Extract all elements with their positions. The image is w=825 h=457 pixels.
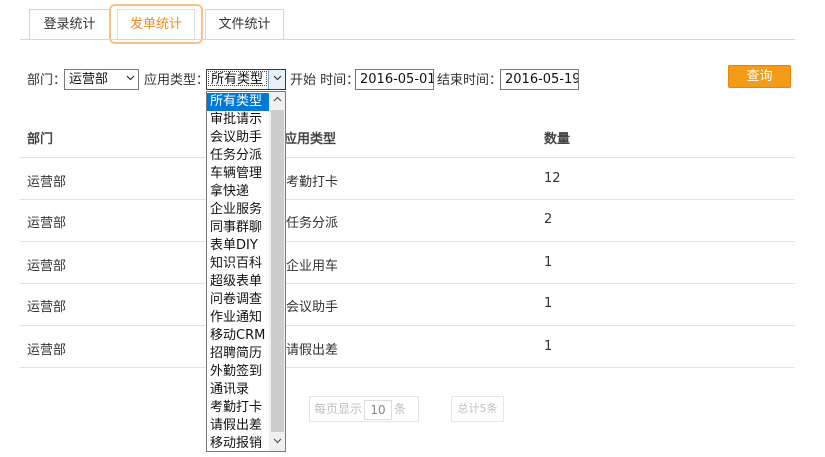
chevron-down-icon [122, 70, 138, 89]
dropdown-option[interactable]: 通讯录 [207, 381, 269, 399]
app-type-focus-outline [208, 71, 267, 86]
dropdown-option[interactable]: 企业服务 [207, 201, 269, 219]
department-value: 运营部 [69, 72, 109, 87]
dropdown-option[interactable]: 问卷调查 [207, 291, 269, 309]
start-time-label: 开始 时间： [290, 73, 360, 88]
column-header-app-type: 应用类型 [284, 132, 337, 147]
dropdown-option[interactable]: 所有类型 [207, 93, 269, 111]
cell-count: 1 [544, 296, 553, 311]
department-select[interactable]: 运营部 [64, 69, 139, 90]
dropdown-option[interactable]: 同事群聊 [207, 219, 269, 237]
tab-order-stats[interactable]: 发单统计 [117, 9, 195, 40]
dropdown-option[interactable]: 移动CRM [207, 327, 269, 345]
row-divider [20, 325, 795, 326]
cell-department: 运营部 [27, 175, 67, 190]
cell-department: 运营部 [27, 343, 67, 358]
page-size-control: 每页显示 10 条 [309, 396, 419, 422]
tab-login-stats[interactable]: 登录统计 [29, 9, 110, 40]
chevron-up-icon[interactable] [269, 92, 285, 109]
tab-file-stats[interactable]: 文件统计 [205, 9, 284, 40]
dropdown-option[interactable]: 知识百科 [207, 255, 269, 273]
dropdown-option[interactable]: 审批请示 [207, 111, 269, 129]
tabs-divider [20, 39, 795, 40]
query-button[interactable]: 查询 [728, 65, 791, 88]
cell-app-type: 请假出差 [286, 343, 339, 358]
row-divider [20, 199, 795, 200]
dropdown-option[interactable]: 外勤签到 [207, 363, 269, 381]
column-header-count: 数量 [544, 132, 571, 147]
dropdown-option[interactable]: 超级表单 [207, 273, 269, 291]
row-divider [20, 241, 795, 242]
end-time-label: 结束时间： [437, 73, 503, 88]
cell-count: 12 [544, 171, 561, 186]
end-date-input[interactable]: 2016-05-19 [500, 69, 579, 90]
dropdown-option[interactable]: 考勤打卡 [207, 399, 269, 417]
header-divider [20, 157, 795, 158]
dropdown-option[interactable]: 任务分派 [207, 147, 269, 165]
dropdown-option[interactable]: 移动报销 [207, 435, 269, 451]
app-type-select[interactable]: 所有类型 [206, 69, 286, 90]
cell-department: 运营部 [27, 259, 67, 274]
cell-count: 1 [544, 255, 553, 270]
dropdown-option[interactable]: 作业通知 [207, 309, 269, 327]
chevron-down-icon[interactable] [269, 434, 285, 451]
dropdown-option[interactable]: 表单DIY [207, 237, 269, 255]
dropdown-option[interactable]: 车辆管理 [207, 165, 269, 183]
cell-department: 运营部 [27, 300, 67, 315]
app-type-label: 应用类型： [144, 73, 210, 88]
row-divider [20, 283, 795, 284]
cell-app-type: 企业用车 [286, 259, 339, 274]
dropdown-scrollbar[interactable] [269, 92, 285, 451]
dropdown-option[interactable]: 请假出差 [207, 417, 269, 435]
dropdown-option[interactable]: 拿快递 [207, 183, 269, 201]
page-size-prefix: 每页显示 [314, 402, 363, 416]
dropdown-option[interactable]: 会议助手 [207, 129, 269, 147]
cell-app-type: 考勤打卡 [286, 175, 339, 190]
page-size-input[interactable]: 10 [364, 399, 393, 420]
cell-count: 1 [544, 339, 553, 354]
column-header-department: 部门 [27, 132, 54, 147]
app-type-dropdown-list[interactable]: 所有类型 审批请示 会议助手 任务分派 车辆管理 拿快递 企业服务 同事群聊 表… [206, 91, 286, 452]
scrollbar-thumb[interactable] [271, 110, 284, 432]
page-size-suffix: 条 [394, 402, 407, 416]
chevron-down-icon[interactable] [268, 70, 285, 89]
cell-app-type: 会议助手 [286, 300, 339, 315]
dropdown-option[interactable]: 招聘简历 [207, 345, 269, 363]
row-divider [20, 367, 795, 368]
cell-department: 运营部 [27, 216, 67, 231]
total-count: 总计5条 [451, 396, 504, 422]
start-date-input[interactable]: 2016-05-01 [355, 69, 434, 90]
cell-app-type: 任务分派 [286, 216, 339, 231]
cell-count: 2 [544, 212, 553, 227]
department-label: 部门： [27, 73, 67, 88]
